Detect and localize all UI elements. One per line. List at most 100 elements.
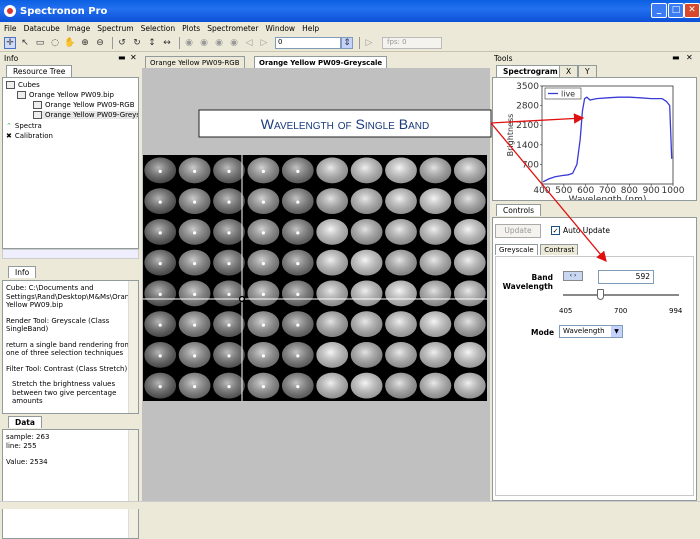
greyscale-image[interactable] (143, 155, 487, 401)
y-tick-label: 2800 (516, 102, 539, 112)
menu-help[interactable]: Help (302, 24, 319, 33)
rotate-ccw-icon[interactable]: ↺ (116, 37, 128, 49)
tree-item-rgb[interactable]: Orange Yellow PW09-RGB (33, 101, 135, 109)
chevron-down-icon[interactable]: ▼ (611, 326, 622, 337)
spectrogram-svg: 7001400210028003500400 500 600 700 800 900 100… (506, 82, 685, 205)
candy-logo (193, 323, 197, 327)
pointer-tool-icon[interactable]: ↖ (19, 37, 31, 49)
candy-logo (296, 292, 300, 296)
status-bar (0, 501, 700, 509)
rotate-cw-icon[interactable]: ↻ (131, 37, 143, 49)
tree-label: Orange Yellow PW09-Greysc (45, 111, 139, 119)
candy-shade (385, 341, 417, 368)
band-step-buttons[interactable]: ‹ › (563, 271, 583, 281)
candy-shade (385, 249, 417, 276)
menu-plots[interactable]: Plots (182, 24, 200, 33)
close-panel-icon[interactable]: ✕ (130, 53, 137, 62)
tree-item-cubes[interactable]: Cubes (6, 81, 40, 89)
tab-greyscale[interactable]: Orange Yellow PW09-Greyscale (254, 56, 388, 68)
candy-shade (316, 157, 349, 184)
tab-spectrogram[interactable]: Spectrogram (496, 65, 565, 77)
band-wavelength-input[interactable]: 592 (598, 270, 654, 284)
controls-body: Update ✓ Auto Update Greyscale Contrast … (492, 217, 697, 501)
mm-candies-image[interactable] (143, 155, 487, 401)
tab-rgb[interactable]: Orange Yellow PW09-RGB (145, 56, 245, 68)
mode-select[interactable]: Wavelength ▼ (559, 325, 623, 338)
play-icon[interactable]: ▷ (363, 37, 375, 49)
tab-controls[interactable]: Controls (496, 204, 542, 216)
record-d-icon[interactable]: ◉ (228, 37, 240, 49)
menu-bar: File Datacube Image Spectrum Selection P… (0, 22, 700, 34)
menu-window[interactable]: Window (265, 24, 295, 33)
data-scrollbar[interactable] (128, 430, 138, 538)
menu-datacube[interactable]: Datacube (24, 24, 60, 33)
toolbar-separator (179, 37, 180, 49)
candy-logo (261, 354, 265, 358)
tree-horizontal-scrollbar[interactable] (2, 249, 139, 259)
menu-image[interactable]: Image (67, 24, 91, 33)
minimize-panel-icon[interactable]: ▬ (672, 53, 680, 62)
flip-horizontal-icon[interactable]: ↔ (161, 37, 173, 49)
zoom-out-icon[interactable]: ⊖ (94, 37, 106, 49)
lasso-select-icon[interactable]: ◌ (49, 37, 61, 49)
pan-hand-icon[interactable]: ✋ (64, 37, 76, 49)
candy-logo (193, 354, 197, 358)
candy-logo (296, 323, 300, 327)
tree-item-cube-file[interactable]: Orange Yellow PW09.bip (17, 91, 114, 99)
record-c-icon[interactable]: ◉ (213, 37, 225, 49)
band-slider-track[interactable] (563, 294, 679, 296)
tab-data[interactable]: Data (8, 416, 42, 428)
next-frame-icon[interactable]: ▷ (258, 37, 270, 49)
candy-logo (193, 262, 197, 266)
spinner-icon[interactable]: ⇕ (341, 37, 353, 49)
minimize-panel-icon[interactable]: ▬ (118, 53, 126, 62)
tree-item-calibration[interactable]: ✖ Calibration (6, 132, 53, 140)
resource-tree: Cubes Orange Yellow PW09.bip Orange Yell… (2, 77, 139, 249)
record-b-icon[interactable]: ◉ (198, 37, 210, 49)
candy-logo (158, 200, 162, 204)
info-scrollbar[interactable] (128, 281, 138, 413)
maximize-button[interactable]: □ (668, 3, 684, 18)
frame-input[interactable]: 0 (275, 37, 341, 49)
tools-panel: Tools ▬ ✕ Spectrogram X Y 700 1400 2100 280… (492, 53, 698, 205)
tree-label: Orange Yellow PW09.bip (29, 91, 114, 99)
menu-spectrum[interactable]: Spectrum (97, 24, 133, 33)
candy-logo (158, 169, 162, 173)
spectrogram-chart[interactable]: 700 1400 2100 2800 3500 400 500 600 700 800 900 100… (492, 77, 697, 205)
band-slider-thumb[interactable] (596, 289, 604, 300)
close-button[interactable]: ✕ (684, 3, 700, 18)
crosshair-tool-icon[interactable]: ✛ (4, 37, 16, 49)
tab-y[interactable]: Y (578, 65, 597, 77)
candy-shade (385, 218, 417, 245)
candy-shade (419, 249, 452, 276)
record-icon[interactable]: ◉ (183, 37, 195, 49)
flip-vertical-icon[interactable]: ↕ (146, 37, 158, 49)
close-panel-icon[interactable]: ✕ (686, 53, 693, 62)
tab-info[interactable]: Info (8, 266, 37, 278)
controls-panel: Controls Update ✓ Auto Update Greyscale … (492, 203, 698, 501)
menu-file[interactable]: File (4, 24, 17, 33)
tab-x[interactable]: X (559, 65, 579, 77)
tab-greyscale-controls[interactable]: Greyscale (495, 244, 538, 255)
prev-frame-icon[interactable]: ◁ (243, 37, 255, 49)
minimize-button[interactable]: _ (651, 3, 667, 18)
menu-selection[interactable]: Selection (141, 24, 176, 33)
auto-update-checkbox[interactable]: ✓ Auto Update (551, 226, 610, 235)
rect-select-icon[interactable]: ▭ (34, 37, 46, 49)
menu-spectrometer[interactable]: Spectrometer (207, 24, 258, 33)
data-text-area: sample: 263 line: 255 Value: 2534 (2, 429, 139, 539)
zoom-in-icon[interactable]: ⊕ (79, 37, 91, 49)
y-tick-label: 2100 (516, 121, 539, 131)
update-button[interactable]: Update (495, 224, 541, 238)
candy-shade (419, 157, 452, 184)
tree-item-spectra[interactable]: ⌃ Spectra (6, 122, 42, 130)
y-tick-label: 1400 (516, 141, 539, 151)
tree-item-greyscale[interactable]: Orange Yellow PW09-Greysc (33, 111, 139, 119)
tab-contrast-controls[interactable]: Contrast (540, 244, 579, 255)
y-axis-label: Brightness (506, 114, 515, 157)
candy-logo (158, 385, 162, 389)
candy-logo (193, 169, 197, 173)
candy-logo (158, 354, 162, 358)
tree-label: Calibration (14, 132, 53, 140)
tab-resource-tree[interactable]: Resource Tree (6, 65, 73, 77)
